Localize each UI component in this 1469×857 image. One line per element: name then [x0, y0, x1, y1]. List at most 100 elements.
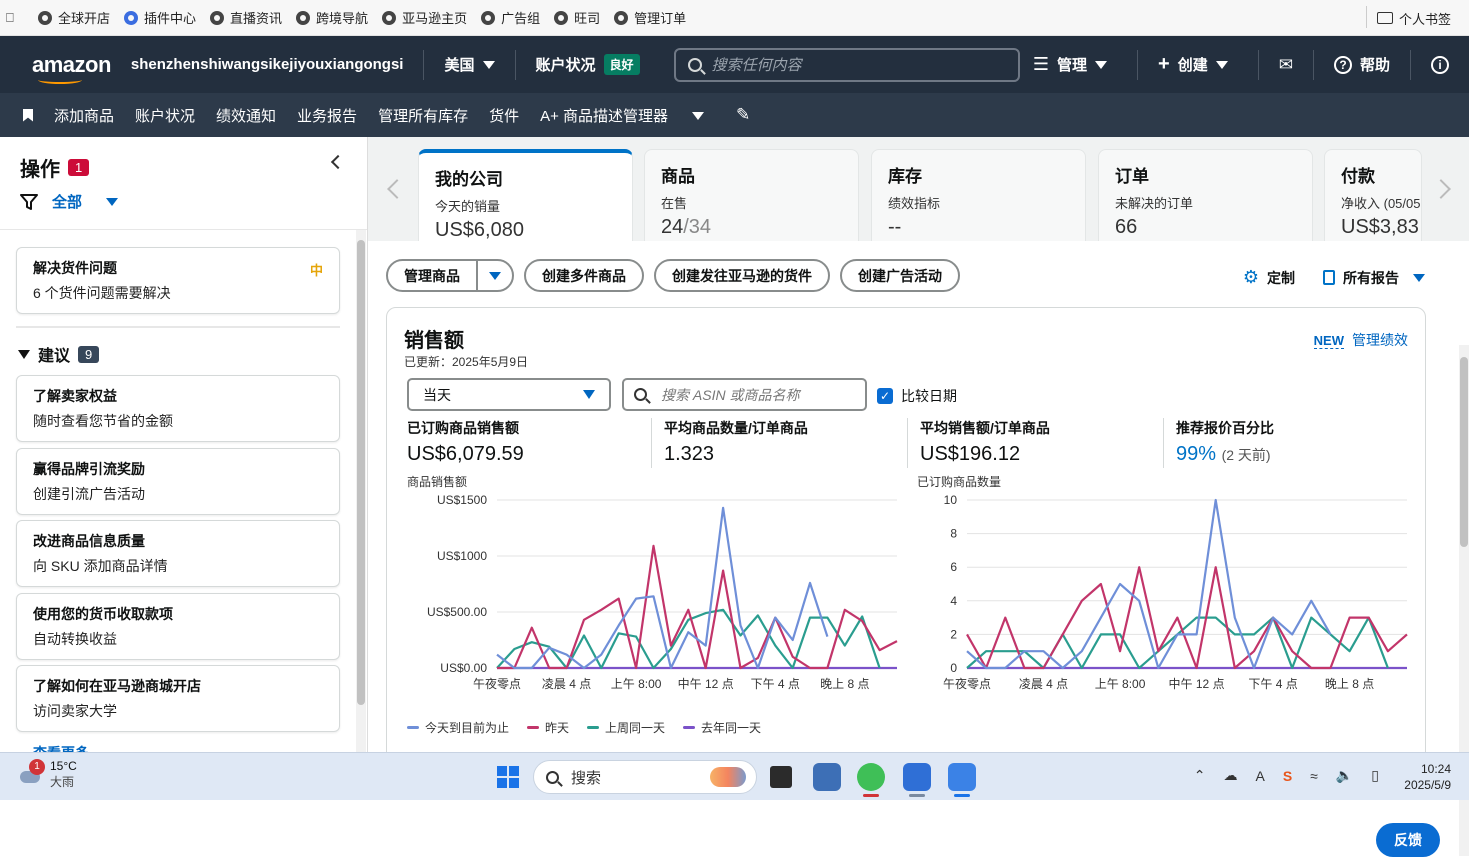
volume-icon[interactable]: 🔈 — [1336, 767, 1353, 784]
browser-icon[interactable] — [903, 763, 931, 791]
clock[interactable]: 10:24 2025/5/9 — [1404, 761, 1451, 793]
chevron-up-icon[interactable]: ⌃ — [1194, 767, 1206, 784]
create-menu[interactable]: + 创建 — [1158, 53, 1228, 76]
app-tray-icon[interactable]: S — [1283, 768, 1292, 784]
suggestions-toggle[interactable]: 建议 9 — [18, 342, 100, 366]
bookmark-icon[interactable] — [23, 108, 33, 122]
customize-button[interactable]: ⚙ 定制 — [1243, 267, 1295, 288]
font-icon[interactable]: A — [1255, 768, 1264, 784]
next-arrow-icon[interactable] — [1431, 179, 1451, 199]
suggestion-card[interactable]: 赢得品牌引流奖励 创建引流广告活动 — [16, 448, 340, 515]
legend-item[interactable]: 今天到目前为止 — [407, 719, 509, 736]
app-icon[interactable] — [813, 763, 841, 791]
personal-bookmarks[interactable]: 个人书签 — [1376, 0, 1451, 36]
legend-item[interactable]: 去年同一天 — [683, 719, 761, 736]
caret-down-icon — [489, 271, 501, 280]
suggestion-card[interactable]: 了解卖家权益 随时查看您节省的金额 — [16, 375, 340, 442]
bookmark-item[interactable]: 插件中心 — [124, 8, 196, 27]
account-status[interactable]: 账户状况 良好 — [536, 54, 640, 75]
nav-item[interactable]: 管理所有库存 — [378, 105, 468, 126]
global-search-input[interactable]: 搜索任何内容 — [673, 47, 1020, 82]
edit-pencil-icon[interactable]: ✎ — [736, 105, 750, 125]
amazon-logo[interactable]: amazon — [32, 52, 111, 84]
priority-tag: 中 — [309, 263, 323, 278]
bookmark-item[interactable]: 亚马逊主页 — [382, 8, 467, 27]
panel-actions: ⚙ 定制 所有报告 — [1243, 267, 1425, 288]
search-icon — [546, 770, 559, 784]
tab-products[interactable]: 商品 在售 24/34 — [644, 149, 859, 241]
y-tick-label: 10 — [944, 493, 958, 507]
caret-down-icon — [18, 349, 30, 359]
caret-down-icon — [1215, 60, 1228, 69]
tab-inventory[interactable]: 库存 绩效指标 -- — [871, 149, 1086, 241]
manage-performance-link[interactable]: NEW 管理绩效 — [1313, 330, 1408, 350]
asin-search-input[interactable]: 搜索 ASIN 或商品名称 — [622, 378, 867, 411]
suggestion-card[interactable]: 使用您的货币收取款项 自动转换收益 — [16, 593, 340, 660]
y-tick-label: US$500.00 — [427, 605, 487, 619]
divider — [423, 49, 425, 80]
bookmark-item[interactable]: 管理订单 — [614, 8, 686, 27]
suggestion-card[interactable]: 了解如何在亚马逊商城开店 访问卖家大学 — [16, 665, 340, 732]
search-decoration-icon — [710, 767, 746, 787]
taskbar-search[interactable]: 搜索 — [533, 760, 757, 794]
bookmark-item[interactable]: 直播资讯 — [210, 8, 282, 27]
tab-my-company[interactable]: 我的公司 今天的销量 US$6,080 — [418, 149, 633, 241]
feedback-button[interactable]: 反馈 — [1376, 823, 1440, 857]
metric-sales: 已订购商品销售额 US$6,079.59 — [407, 420, 524, 465]
scroll-thumb[interactable] — [357, 240, 365, 705]
nav-item[interactable]: 绩效通知 — [216, 105, 276, 126]
cloud-icon[interactable]: ☁ — [1223, 767, 1237, 784]
manage-products-button[interactable]: 管理商品 — [388, 261, 478, 290]
suggestion-card[interactable]: 改进商品信息质量向 SKU 添加商品详情 — [16, 520, 340, 587]
filter-dropdown[interactable]: 全部 — [20, 191, 119, 212]
bookmark-page-icon[interactable]: ⎕ — [0, 10, 24, 26]
windows-start-icon[interactable] — [497, 766, 519, 788]
x-tick-label: 晚上 8 点 — [1325, 677, 1374, 691]
wifi-icon[interactable]: ≈ — [1310, 768, 1318, 784]
panel-title: 销售额 — [404, 330, 464, 352]
bookmark-item[interactable]: 全球开店 — [38, 8, 110, 27]
create-ad-button[interactable]: 创建广告活动 — [840, 259, 960, 292]
sidebar-scrollbar[interactable] — [356, 230, 366, 752]
bookmark-item[interactable]: 跨境导航 — [296, 8, 368, 27]
wechat-icon[interactable] — [857, 763, 885, 791]
bookmark-item[interactable]: 旺司 — [554, 8, 600, 27]
system-tray: ⌃ ☁ A S ≈ 🔈 ▯ — [1194, 767, 1379, 784]
nav-item[interactable]: 账户状况 — [135, 105, 195, 126]
legend-item[interactable]: 昨天 — [527, 719, 569, 736]
search-icon — [634, 388, 647, 401]
period-select[interactable]: 当天 — [407, 378, 611, 411]
chart-title: 已订购商品数量 — [917, 475, 1002, 489]
create-multi-button[interactable]: 创建多件商品 — [524, 259, 644, 292]
store-name[interactable]: shenzhenshiwangsikejiyouxiangongsi — [131, 56, 404, 73]
bookmark-item[interactable]: 广告组 — [481, 8, 540, 27]
nav-item[interactable]: 业务报告 — [297, 105, 357, 126]
weather-widget[interactable]: 1 15°C 大雨 — [18, 758, 77, 790]
info-icon[interactable]: i — [1431, 55, 1449, 74]
manage-menu[interactable]: ☰ 管理 — [1033, 54, 1108, 75]
nav-item[interactable]: 添加商品 — [54, 105, 114, 126]
all-reports-button[interactable]: 所有报告 — [1323, 268, 1425, 288]
tab-payments[interactable]: 付款 净收入 (05/05 - US$3,83 — [1324, 149, 1422, 241]
prev-arrow-icon[interactable] — [387, 179, 407, 199]
manage-products-dropdown[interactable] — [478, 261, 512, 290]
mail-icon[interactable]: ✉ — [1279, 55, 1293, 75]
compare-dates-checkbox[interactable]: ✓ 比较日期 — [877, 386, 957, 406]
nav-more-dropdown[interactable] — [692, 107, 705, 124]
nav-item[interactable]: 货件 — [489, 105, 519, 126]
issue-card[interactable]: 解决货件问题 6 个货件问题需要解决 中 — [16, 247, 340, 314]
nav-item[interactable]: A+ 商品描述管理器 — [540, 105, 668, 126]
create-shipment-button[interactable]: 创建发往亚马逊的货件 — [654, 259, 830, 292]
file-explorer-icon[interactable] — [770, 766, 792, 788]
tab-orders[interactable]: 订单 未解决的订单 66 — [1098, 149, 1313, 241]
collapse-chevron-icon[interactable] — [330, 154, 346, 170]
see-more-link[interactable]: 查看更多 — [33, 743, 89, 752]
x-tick-label: 上午 8:00 — [611, 677, 662, 691]
scroll-thumb[interactable] — [1460, 357, 1468, 547]
browser-active-icon[interactable] — [948, 763, 976, 791]
region-selector[interactable]: 美国 — [444, 54, 495, 75]
help-button[interactable]: ? 帮助 — [1333, 54, 1390, 75]
notification-badge: 1 — [29, 758, 45, 775]
legend-item[interactable]: 上周同一天 — [587, 719, 665, 736]
battery-icon[interactable]: ▯ — [1371, 767, 1379, 784]
